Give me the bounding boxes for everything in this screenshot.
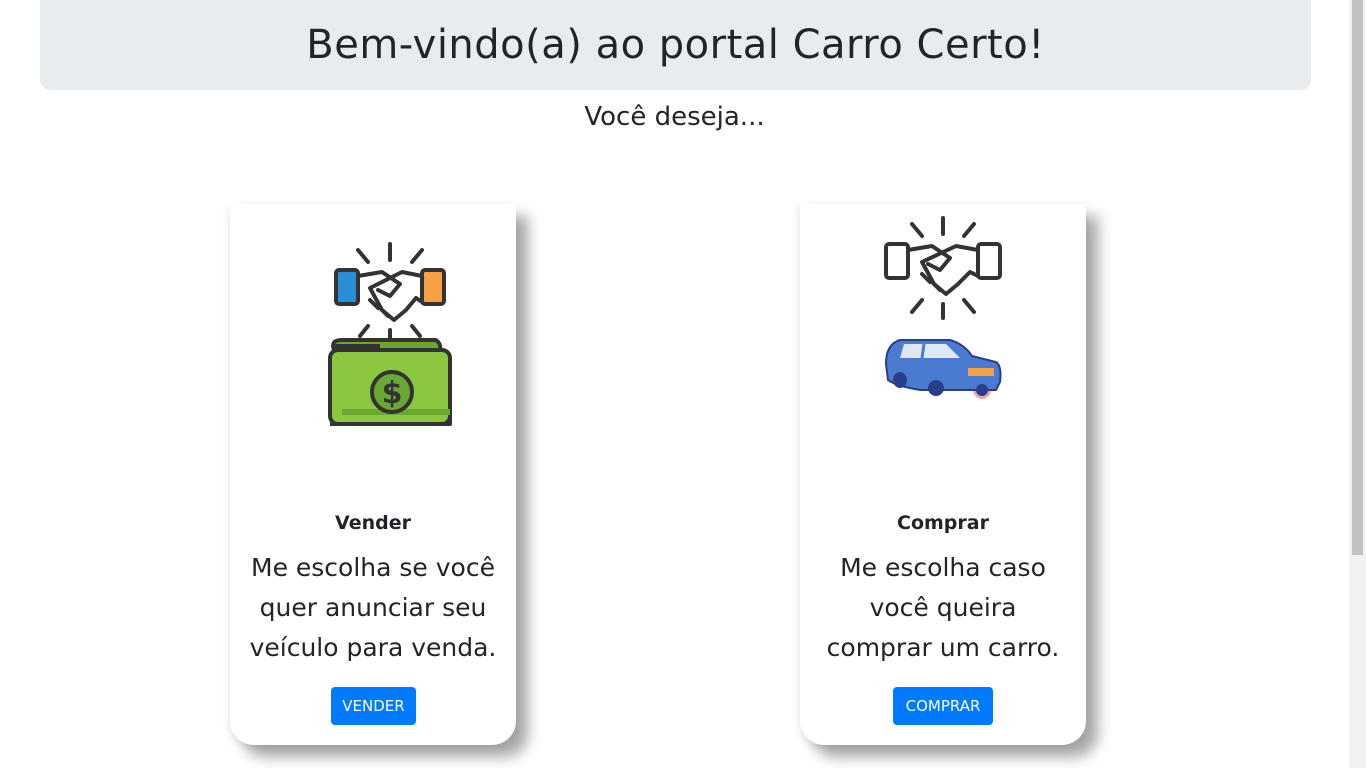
sell-card-title: Vender — [335, 512, 411, 534]
buy-card-description: Me escolha caso você queira comprar um c… — [826, 553, 1060, 662]
sell-card: $ Vender Me escolha se você quer anuncia… — [230, 204, 516, 745]
svg-text:$: $ — [382, 376, 403, 411]
money-wallet-icon: $ — [328, 338, 452, 426]
sell-card-description: Me escolha se você quer anunciar seu veí… — [249, 553, 497, 662]
sell-button[interactable]: VENDER — [331, 687, 416, 725]
buy-button[interactable]: COMPRAR — [893, 687, 993, 725]
header-banner: Bem-vindo(a) ao portal Carro Certo! — [40, 0, 1311, 90]
buy-card-title: Comprar — [897, 512, 989, 534]
scrollbar-thumb[interactable] — [1352, 0, 1363, 555]
question-subtitle: Você deseja... — [584, 102, 765, 132]
car-icon — [884, 339, 1002, 399]
buy-illustration — [800, 204, 1086, 494]
page-title: Bem-vindo(a) ao portal Carro Certo! — [306, 22, 1045, 68]
buy-card: Comprar Me escolha caso você queira comp… — [800, 204, 1086, 745]
handshake-icon — [884, 216, 1002, 320]
sell-illustration: $ — [230, 204, 516, 494]
handshake-icon — [334, 242, 446, 346]
vertical-scrollbar[interactable] — [1349, 0, 1366, 768]
